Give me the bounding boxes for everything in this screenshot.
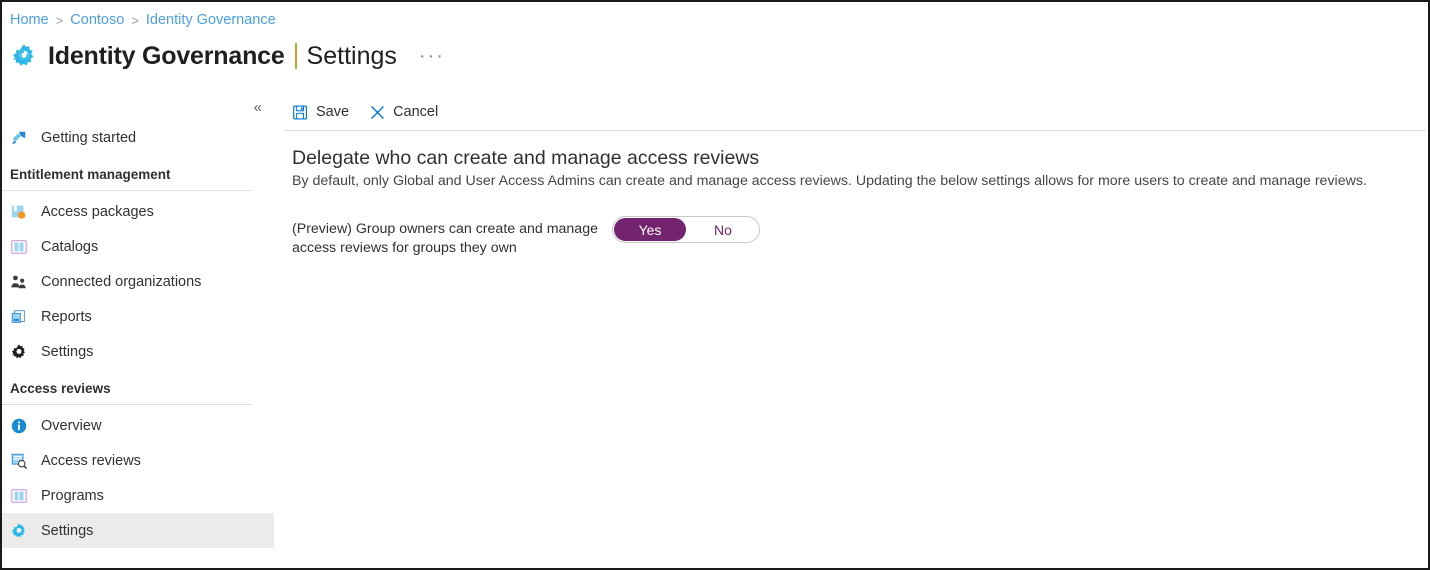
- reports-icon: [11, 309, 25, 323]
- sidebar-item-catalogs[interactable]: Catalogs: [2, 229, 274, 264]
- sidebar-item-reports[interactable]: Reports: [2, 299, 274, 334]
- breadcrumb-item-home[interactable]: Home: [10, 12, 49, 28]
- rocket-icon: [12, 131, 26, 144]
- sidebar: « Getting started Entitlement management…: [2, 94, 274, 568]
- breadcrumb-separator-icon: >: [55, 12, 64, 28]
- azure-portal-screen: Home > Contoso > Identity Governance Ide…: [0, 0, 1430, 570]
- sidebar-item-label: Programs: [41, 487, 104, 504]
- review-search-icon: [11, 453, 28, 469]
- page-title: Identity Governance Settings ···: [10, 35, 445, 77]
- sidebar-item-label: Access packages: [41, 203, 154, 220]
- gear-icon: [12, 44, 34, 66]
- sidebar-item-label: Settings: [41, 343, 94, 360]
- panel-heading: Delegate who can create and manage acces…: [292, 147, 760, 169]
- setting-label: (Preview) Group owners can create and ma…: [292, 221, 598, 256]
- sidebar-item-label: Getting started: [41, 129, 137, 146]
- save-button[interactable]: Save: [292, 98, 349, 126]
- sidebar-item-programs[interactable]: Programs: [2, 478, 274, 513]
- cancel-button-label: Cancel: [393, 104, 439, 120]
- page-title-main: Identity Governance: [48, 41, 285, 70]
- collapse-chevron-icon[interactable]: «: [254, 100, 262, 115]
- toggle-option-yes[interactable]: Yes: [614, 218, 686, 241]
- breadcrumb-item-contoso[interactable]: Contoso: [70, 12, 124, 28]
- setting-row-group-owners: (Preview) Group owners can create and ma…: [292, 216, 1410, 258]
- sidebar-section-access-reviews: Access reviews: [2, 369, 274, 400]
- group-owners-toggle[interactable]: Yes No: [612, 216, 760, 243]
- sidebar-item-label: Catalogs: [41, 238, 99, 255]
- catalog-book-icon: [11, 239, 27, 254]
- package-icon: [11, 205, 26, 219]
- people-icon: [11, 275, 26, 288]
- sidebar-item-access-packages[interactable]: Access packages: [2, 194, 274, 229]
- sidebar-divider: [2, 404, 252, 405]
- sidebar-item-settings-entitlement[interactable]: Settings: [2, 334, 274, 369]
- gear-blue-icon: [11, 522, 26, 537]
- sidebar-divider: [2, 190, 252, 191]
- gear-dark-icon: [11, 343, 26, 358]
- sidebar-section-entitlement-management: Entitlement management: [2, 155, 274, 186]
- save-disk-icon: [293, 105, 308, 119]
- toggle-option-no[interactable]: No: [687, 217, 759, 242]
- sidebar-item-getting-started[interactable]: Getting started: [2, 120, 274, 155]
- info-icon: [11, 418, 27, 433]
- sidebar-item-label: Connected organizations: [41, 273, 202, 290]
- breadcrumb-item-identity-governance[interactable]: Identity Governance: [146, 12, 276, 28]
- close-x-icon: [371, 105, 385, 119]
- sidebar-section-title: Access reviews: [10, 381, 111, 396]
- sidebar-item-label: Settings: [41, 522, 94, 539]
- sidebar-item-overview[interactable]: Overview: [2, 408, 274, 443]
- sidebar-item-label: Reports: [41, 308, 92, 325]
- sidebar-section-title: Entitlement management: [10, 167, 171, 182]
- more-options-icon[interactable]: ···: [419, 46, 445, 66]
- programs-book-icon: [11, 488, 27, 503]
- sidebar-collapse-row: «: [2, 94, 274, 120]
- breadcrumb-separator-icon: >: [131, 12, 139, 28]
- settings-panel: Delegate who can create and manage acces…: [274, 131, 1428, 258]
- sidebar-item-settings-access-reviews[interactable]: Settings: [2, 513, 274, 548]
- save-button-label: Save: [316, 104, 350, 120]
- sidebar-item-label: Access reviews: [41, 452, 141, 469]
- command-toolbar: Save Cancel: [274, 94, 1428, 130]
- sidebar-item-label: Overview: [41, 417, 102, 434]
- cancel-button[interactable]: Cancel: [369, 98, 438, 126]
- main-content: Save Cancel Delegate who can create and …: [274, 94, 1428, 568]
- page-title-sub: Settings: [306, 41, 397, 70]
- sidebar-item-access-reviews[interactable]: Access reviews: [2, 443, 274, 478]
- sidebar-item-connected-organizations[interactable]: Connected organizations: [2, 264, 274, 299]
- title-separator: [294, 43, 297, 69]
- panel-description: By default, only Global and User Access …: [292, 173, 1367, 189]
- breadcrumb: Home > Contoso > Identity Governance: [10, 10, 276, 30]
